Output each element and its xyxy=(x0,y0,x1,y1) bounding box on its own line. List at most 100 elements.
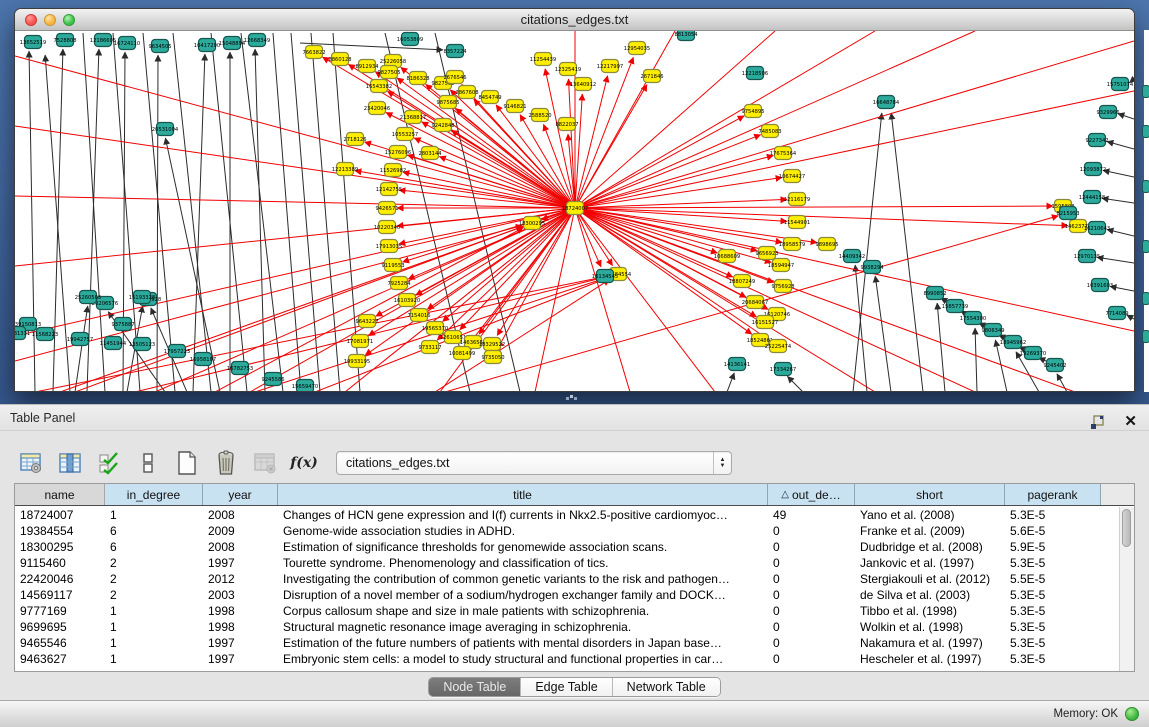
graph-node[interactable]: 11254439 xyxy=(530,53,556,66)
column-display-icon[interactable] xyxy=(57,450,83,476)
close-window-icon[interactable] xyxy=(25,14,37,26)
graph-node[interactable]: 9756928 xyxy=(771,280,794,293)
graph-node[interactable]: 11544901 xyxy=(784,216,810,229)
graph-node[interactable]: 9242848 xyxy=(431,119,454,132)
graph-node[interactable]: 9735050 xyxy=(481,351,504,364)
table-row[interactable]: 977716911998Corpus callosum shape and si… xyxy=(15,603,1118,619)
function-builder-icon[interactable]: f(x) xyxy=(291,450,317,476)
graph-node[interactable]: 10417290 xyxy=(194,39,220,52)
table-row[interactable]: 969969511998Structural magnetic resonanc… xyxy=(15,619,1118,635)
graph-node[interactable]: 9634505 xyxy=(148,40,171,53)
graph-node[interactable]: 2671846 xyxy=(640,70,663,83)
graph-node[interactable]: 9245402 xyxy=(1043,359,1066,372)
graph-node[interactable]: 7663822 xyxy=(302,46,325,59)
graph-node[interactable]: 14409342 xyxy=(839,250,865,263)
graph-node[interactable]: 9898695 xyxy=(815,238,838,251)
graph-node[interactable]: 12116179 xyxy=(784,193,810,206)
graph-node[interactable]: 13505123 xyxy=(129,338,155,351)
graph-node[interactable]: 12186605 xyxy=(90,34,116,47)
graph-node[interactable]: 16724110 xyxy=(114,37,140,50)
graph-node[interactable]: 8822037 xyxy=(555,118,578,131)
graph-node[interactable]: 8357224 xyxy=(443,45,467,58)
table-row[interactable]: 1872400712008Changes of HCN gene express… xyxy=(15,507,1118,523)
table-row[interactable]: 911546021997Tourette syndrome. Phenomeno… xyxy=(15,555,1118,571)
network-canvas[interactable]: 1872400718300295766382288601288912934252… xyxy=(15,31,1135,392)
graph-node[interactable]: 17334267 xyxy=(770,363,796,376)
graph-node[interactable]: 7528808 xyxy=(53,34,76,47)
select-columns-icon[interactable] xyxy=(96,450,122,476)
graph-node[interactable]: 8860128 xyxy=(328,53,351,66)
table-row[interactable]: 1830029562008Estimation of significance … xyxy=(15,539,1118,555)
graph-node[interactable]: 9806349 xyxy=(981,324,1004,337)
table-row[interactable]: 1938455462009Genome-wide association stu… xyxy=(15,523,1118,539)
graph-node[interactable]: 12325419 xyxy=(555,63,581,76)
graph-node[interactable]: 9754895 xyxy=(741,105,764,118)
minimize-window-icon[interactable] xyxy=(44,14,56,26)
graph-node[interactable]: 12218506 xyxy=(742,67,768,80)
graph-node[interactable]: 8990852 xyxy=(923,287,946,300)
graph-node[interactable]: 7925284 xyxy=(387,277,411,290)
delete-table-icon[interactable] xyxy=(213,450,239,476)
graph-node[interactable]: 2867608 xyxy=(455,86,478,99)
zoom-window-icon[interactable] xyxy=(63,14,75,26)
graph-node[interactable]: 9656923 xyxy=(755,247,778,260)
graph-node[interactable]: 16648784 xyxy=(873,96,900,109)
graph-node[interactable]: 9733117 xyxy=(418,341,441,354)
graph-node[interactable]: 12444158 xyxy=(1079,191,1105,204)
graph-node[interactable]: 18594947 xyxy=(768,259,794,272)
graph-node[interactable]: 15276096 xyxy=(385,146,411,159)
column-header-out_de[interactable]: △out_de… xyxy=(768,484,855,505)
graph-node[interactable]: 10674427 xyxy=(779,170,805,183)
graph-node[interactable]: 15751074 xyxy=(1107,78,1134,91)
graph-node[interactable]: 8912934 xyxy=(355,60,379,73)
column-header-pagerank[interactable]: pagerank xyxy=(1005,484,1101,505)
graph-node[interactable]: 12954035 xyxy=(624,42,650,55)
graph-node[interactable]: 9146821 xyxy=(503,100,526,113)
window-titlebar[interactable]: citations_edges.txt xyxy=(15,9,1134,31)
graph-node[interactable]: 17554300 xyxy=(960,312,986,325)
graph-node[interactable]: 8454749 xyxy=(478,91,501,104)
graph-node[interactable]: 12093872 xyxy=(1080,163,1106,176)
graph-node[interactable]: 17913035 xyxy=(376,240,402,253)
graph-node[interactable]: 20531004 xyxy=(152,123,179,136)
column-header-short[interactable]: short xyxy=(855,484,1005,505)
graph-node[interactable]: 10220340 xyxy=(374,221,400,234)
graph-node[interactable]: 16543382 xyxy=(366,80,392,93)
import-table-icon[interactable] xyxy=(252,450,278,476)
graph-node[interactable]: 2676546 xyxy=(443,71,466,84)
graph-node[interactable]: 11526982 xyxy=(380,164,406,177)
float-window-icon[interactable] xyxy=(1084,409,1110,435)
graph-node[interactable]: 2588520 xyxy=(528,109,551,122)
graph-node[interactable]: 9375887 xyxy=(111,318,134,331)
graph-node[interactable]: 9643227 xyxy=(355,315,378,328)
close-panel-icon[interactable]: ✕ xyxy=(1124,415,1137,429)
graph-node[interactable]: 16782753 xyxy=(227,362,253,375)
graph-node[interactable]: 9426571 xyxy=(375,202,398,215)
split-pane-grip[interactable] xyxy=(566,395,576,402)
graph-node[interactable]: 2718126 xyxy=(343,133,366,146)
graph-node[interactable]: 13652519 xyxy=(20,36,46,49)
graph-node[interactable]: 9227342 xyxy=(1085,134,1108,147)
graph-node[interactable]: 9245586 xyxy=(261,373,284,386)
graph-node[interactable]: 9938294 xyxy=(860,261,884,274)
tab-node-table[interactable]: Node Table xyxy=(429,678,521,696)
graph-node[interactable]: 7714089 xyxy=(1105,307,1128,320)
graph-node[interactable]: 15857739 xyxy=(942,300,968,313)
table-row[interactable]: 1456911722003Disruption of a novel membe… xyxy=(15,587,1118,603)
graph-node[interactable]: 12217997 xyxy=(597,60,623,73)
scrollbar-thumb[interactable] xyxy=(1122,509,1131,547)
graph-node[interactable]: 16053809 xyxy=(397,33,423,46)
graph-node[interactable]: 12142755 xyxy=(376,183,402,196)
graph-node[interactable]: 10391603 xyxy=(1087,279,1113,292)
graph-node[interactable]: 12668349 xyxy=(244,34,270,47)
column-header-in_degree[interactable]: in_degree xyxy=(105,484,203,505)
graph-node[interactable]: 7485083 xyxy=(758,125,781,138)
column-header-title[interactable]: title xyxy=(278,484,768,505)
table-vertical-scrollbar[interactable] xyxy=(1119,507,1134,671)
table-settings-icon[interactable] xyxy=(18,450,44,476)
row-height-icon[interactable] xyxy=(135,450,161,476)
table-select-dropdown[interactable]: citations_edges.txt ▲▼ xyxy=(336,451,732,475)
table-row[interactable]: 946362711997Embryonic stem cells: a mode… xyxy=(15,651,1118,667)
graph-node[interactable]: 13640912 xyxy=(570,78,596,91)
graph-node[interactable]: 9875685 xyxy=(436,96,459,109)
